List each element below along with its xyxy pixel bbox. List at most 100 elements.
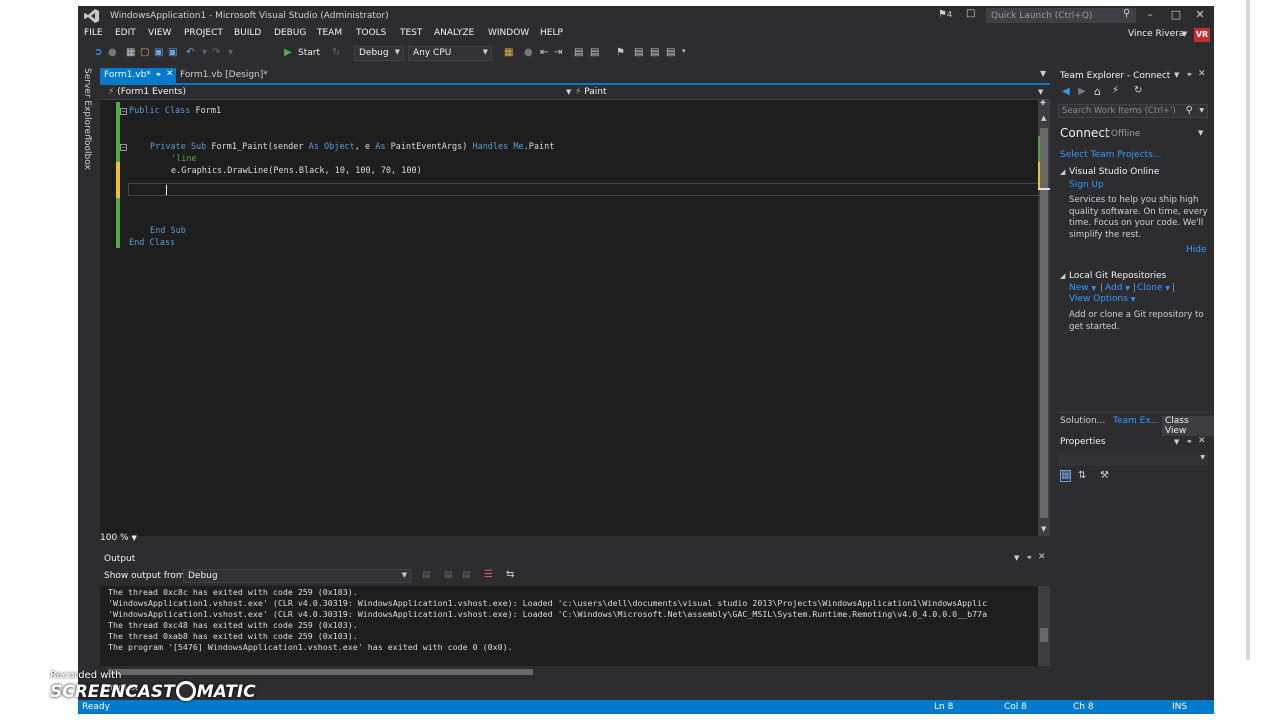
connect-dropdown-icon[interactable]: ▼ bbox=[1198, 129, 1203, 137]
start-debugging-icon[interactable]: ▶ bbox=[284, 47, 292, 58]
chevron-down-icon[interactable]: ▼ bbox=[1038, 88, 1043, 96]
menu-build[interactable]: BUILD bbox=[234, 28, 261, 38]
menu-edit[interactable]: EDIT bbox=[115, 28, 136, 38]
search-work-items-input[interactable]: Search Work Items (Ctrl+') ⚲ ▼ bbox=[1058, 104, 1208, 118]
git-add-link[interactable]: Add ▼ bbox=[1105, 283, 1130, 293]
notifications-flag-icon[interactable]: ⚑4 bbox=[938, 9, 952, 20]
hide-link[interactable]: Hide bbox=[1186, 245, 1207, 255]
comment-lines-icon[interactable]: ▤ bbox=[574, 47, 583, 58]
menu-view[interactable]: VIEW bbox=[148, 28, 171, 38]
undo-dropdown-icon[interactable]: ▾ bbox=[202, 47, 207, 58]
maximize-button[interactable]: □ bbox=[1166, 8, 1186, 24]
save-icon[interactable]: ▣ bbox=[154, 47, 163, 58]
home-icon[interactable]: ⌂ bbox=[1094, 85, 1101, 98]
close-icon[interactable]: ✕ bbox=[1038, 552, 1046, 562]
save-all-icon[interactable]: ▣ bbox=[168, 47, 177, 58]
method-navigation-dropdown[interactable]: ⚡ Paint bbox=[575, 87, 606, 97]
output-text-area[interactable]: The thread 0xc8c has exited with code 25… bbox=[100, 586, 1050, 666]
prev-message-icon[interactable]: ▤ bbox=[444, 570, 453, 580]
sign-up-link[interactable]: Sign Up bbox=[1069, 180, 1104, 190]
select-team-projects-link[interactable]: Select Team Projects... bbox=[1060, 150, 1161, 160]
align-right-icon[interactable]: ⇥ bbox=[554, 47, 562, 58]
server-explorer-tab[interactable]: Server Explorer bbox=[82, 68, 92, 138]
menu-file[interactable]: FILE bbox=[84, 28, 103, 38]
menu-analyze[interactable]: ANALYZE bbox=[434, 28, 474, 38]
split-icon[interactable]: ✚ bbox=[1040, 99, 1046, 107]
panel-dropdown-icon[interactable]: ▼ bbox=[1174, 71, 1179, 79]
editor-scroll-thumb[interactable] bbox=[1040, 128, 1048, 518]
tab-form1-vb[interactable]: Form1.vb* ⚭ ✕ bbox=[100, 68, 176, 83]
git-new-link[interactable]: New ▼ bbox=[1069, 283, 1096, 293]
alphabetical-icon[interactable]: ⇅ bbox=[1078, 470, 1086, 481]
class-navigation-dropdown[interactable]: ⚡ (Form1 Events) bbox=[108, 87, 186, 97]
pin-icon[interactable]: ⚭ bbox=[155, 70, 162, 79]
output-source-select[interactable]: Debug ▼ bbox=[183, 569, 411, 583]
collapse-class-icon[interactable]: − bbox=[120, 108, 127, 115]
menu-tools[interactable]: TOOLS bbox=[356, 28, 386, 38]
close-icon[interactable]: ✕ bbox=[1198, 436, 1206, 446]
tab-team-explorer[interactable]: Team Ex... bbox=[1113, 416, 1159, 426]
bookmark-icon[interactable]: ⚑ bbox=[616, 47, 625, 58]
code-editor[interactable]: − − Public Class Form1 Private Sub Form1… bbox=[100, 99, 1050, 536]
solution-platform-select[interactable]: Any CPU ▼ bbox=[408, 46, 492, 61]
navigate-back-icon[interactable]: ➲ bbox=[94, 47, 102, 58]
view-options-link[interactable]: View Options ▼ bbox=[1069, 294, 1135, 304]
menu-debug[interactable]: DEBUG bbox=[274, 28, 306, 38]
refresh-icon[interactable]: ↻ bbox=[332, 47, 340, 58]
git-clone-link[interactable]: Clone ▼ bbox=[1137, 283, 1170, 293]
output-scroll-thumb[interactable] bbox=[1040, 628, 1048, 642]
menu-team[interactable]: TEAM bbox=[317, 28, 342, 38]
scroll-up-icon[interactable]: ▲ bbox=[1041, 114, 1046, 122]
clear-all-icon[interactable]: ☰ bbox=[484, 569, 493, 580]
open-file-icon[interactable]: ▢ bbox=[140, 47, 149, 58]
navigate-forward-icon[interactable]: ● bbox=[108, 47, 117, 58]
uncomment-lines-icon[interactable]: ▤ bbox=[590, 47, 599, 58]
menu-window[interactable]: WINDOW bbox=[488, 28, 529, 38]
search-icon[interactable]: ⚲ bbox=[1123, 8, 1130, 19]
tab-form1-design[interactable]: Form1.vb [Design]* bbox=[178, 68, 270, 83]
prev-bookmark-icon[interactable]: ▤ bbox=[634, 47, 643, 58]
start-button[interactable]: Start bbox=[298, 48, 320, 58]
find-in-files-icon[interactable]: ▦ bbox=[504, 47, 513, 58]
user-name[interactable]: Vince Rivera bbox=[1128, 29, 1184, 39]
property-pages-icon[interactable]: ⚒ bbox=[1100, 470, 1109, 481]
find-message-icon[interactable]: ▤ bbox=[422, 570, 431, 580]
panel-dropdown-icon[interactable]: ▼ bbox=[1174, 438, 1179, 446]
close-icon[interactable]: ✕ bbox=[166, 69, 174, 79]
feedback-icon[interactable]: □ bbox=[966, 8, 975, 19]
word-wrap-icon[interactable]: ⇆ bbox=[506, 569, 514, 580]
collapse-sub-icon[interactable]: − bbox=[120, 144, 127, 151]
redo-icon[interactable]: ↷ bbox=[212, 47, 220, 58]
scroll-down-icon[interactable]: ▼ bbox=[1041, 525, 1046, 533]
panel-dropdown-icon[interactable]: ▼ bbox=[1014, 554, 1019, 562]
toolbox-tab[interactable]: Toolbox bbox=[82, 136, 92, 170]
solution-configuration-select[interactable]: Debug ▼ bbox=[354, 46, 404, 61]
step-icon[interactable]: ● bbox=[524, 47, 533, 58]
undo-icon[interactable]: ↶ bbox=[186, 47, 194, 58]
tab-class-view[interactable]: Class View bbox=[1162, 416, 1214, 436]
tab-overflow-dropdown-icon[interactable]: ▼ bbox=[1040, 69, 1046, 78]
connect-plug-icon[interactable]: ⚡ bbox=[1112, 85, 1119, 96]
back-icon[interactable]: ◀ bbox=[1062, 86, 1070, 97]
chevron-down-icon[interactable]: ▼ bbox=[566, 88, 571, 96]
editor-vertical-scrollbar[interactable]: ✚ ▲ ▼ bbox=[1038, 99, 1050, 536]
next-bookmark-icon[interactable]: ▤ bbox=[650, 47, 659, 58]
output-vertical-scrollbar[interactable] bbox=[1038, 586, 1050, 666]
clear-bookmarks-icon[interactable]: ▤ bbox=[666, 47, 675, 58]
next-message-icon[interactable]: ▤ bbox=[462, 570, 471, 580]
forward-icon[interactable]: ▶ bbox=[1078, 86, 1086, 97]
menu-test[interactable]: TEST bbox=[400, 28, 422, 38]
menu-project[interactable]: PROJECT bbox=[184, 28, 223, 38]
tab-solution-explorer[interactable]: Solution... bbox=[1060, 416, 1105, 426]
refresh-icon[interactable]: ↻ bbox=[1134, 85, 1142, 96]
collapse-section-icon[interactable]: ◢ bbox=[1060, 168, 1065, 176]
close-icon[interactable]: ✕ bbox=[1198, 69, 1206, 79]
categorized-icon[interactable]: ▦ bbox=[1060, 470, 1072, 482]
quick-launch-input[interactable]: Quick Launch (Ctrl+Q) bbox=[986, 8, 1136, 23]
menu-help[interactable]: HELP bbox=[540, 28, 563, 38]
align-left-icon[interactable]: ⇤ bbox=[540, 47, 548, 58]
user-dropdown-icon[interactable]: ▼ bbox=[1182, 30, 1187, 38]
new-project-icon[interactable]: ▦ bbox=[126, 47, 135, 58]
pin-icon[interactable]: ⚭ bbox=[1026, 553, 1033, 562]
zoom-level-select[interactable]: 100 % ▼ bbox=[100, 533, 137, 543]
